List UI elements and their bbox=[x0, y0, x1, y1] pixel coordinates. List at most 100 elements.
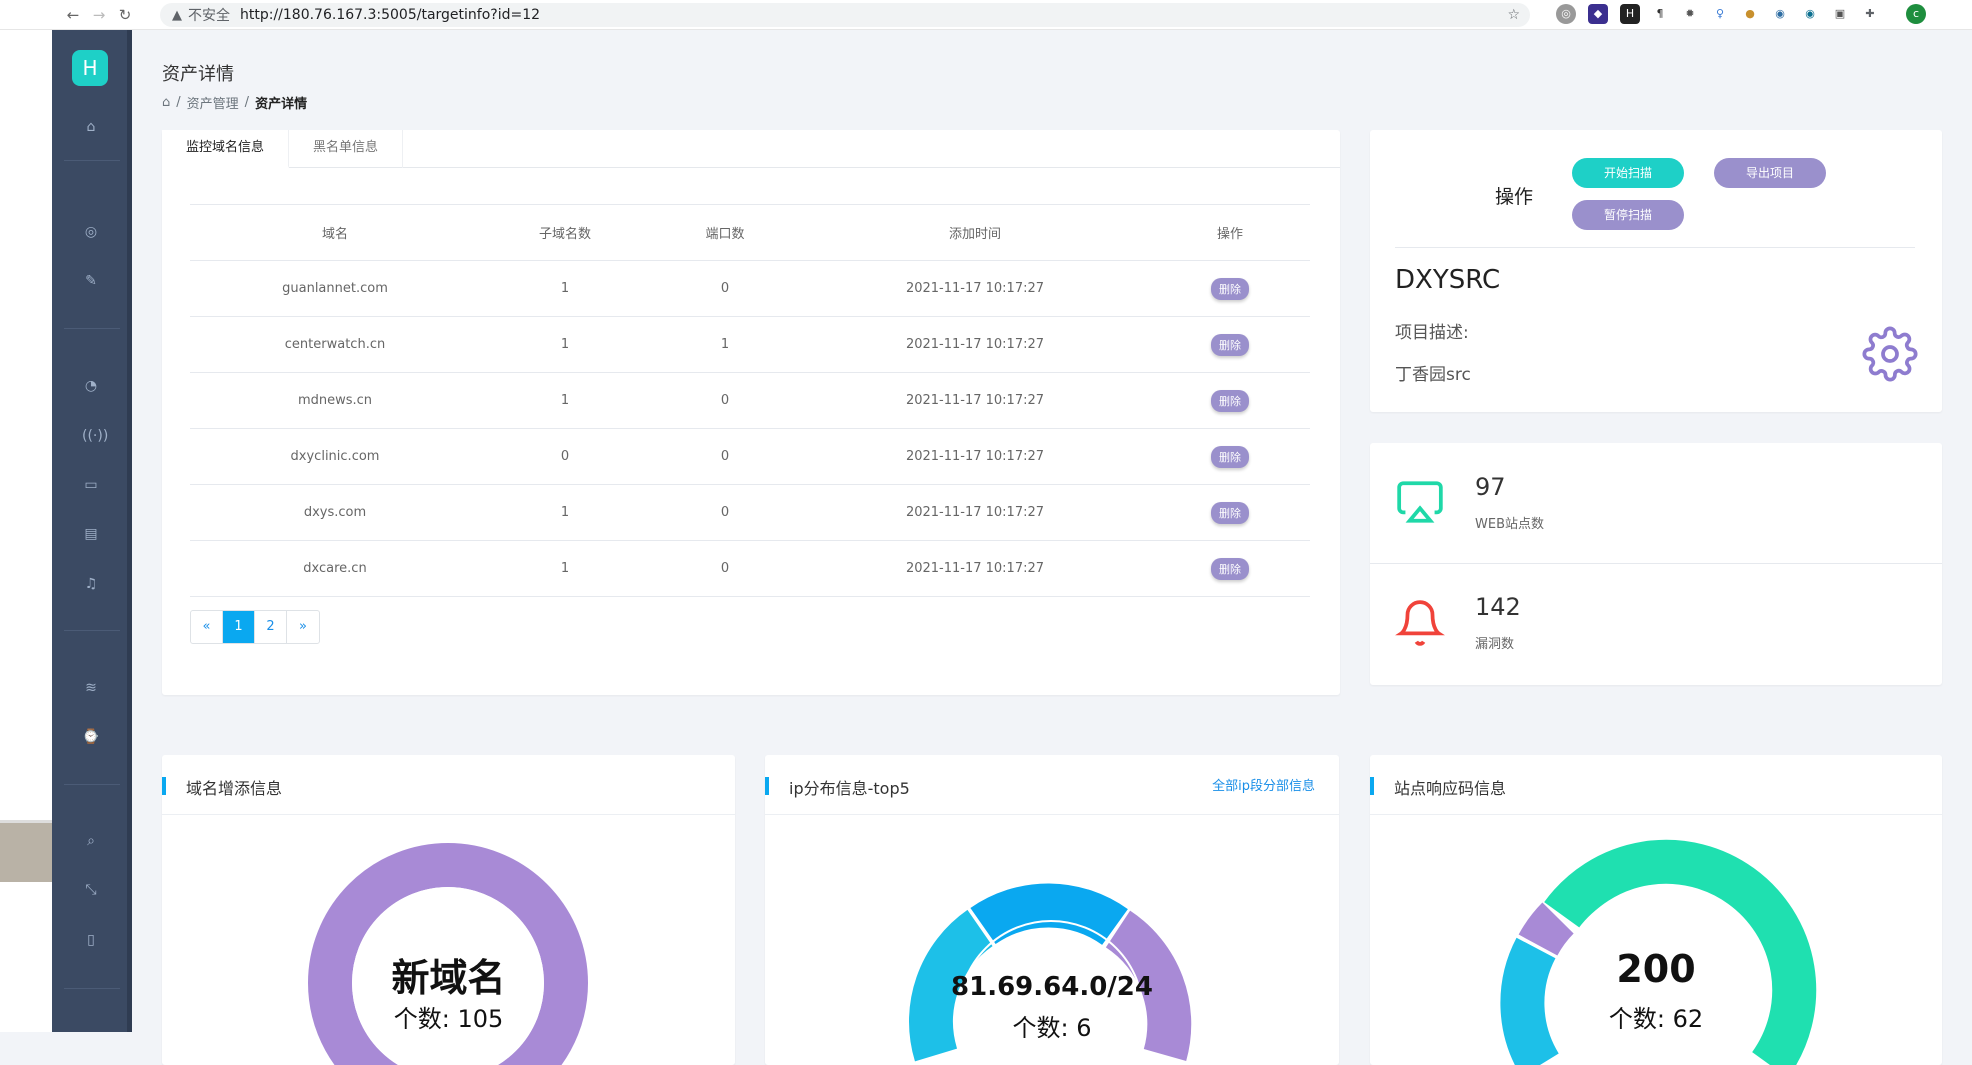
column-header-domain: 域名 bbox=[190, 204, 480, 261]
sidebar-divider bbox=[64, 328, 120, 329]
donut-segment-blue bbox=[970, 883, 1128, 946]
home-icon[interactable]: ⌂ bbox=[82, 118, 100, 136]
divider bbox=[1395, 247, 1915, 248]
browser-toolbar: ← → ↻ ▲ 不安全 http://180.76.167.3:5005/tar… bbox=[0, 0, 1972, 30]
added-time-cell: 2021-11-17 10:17:27 bbox=[800, 540, 1150, 597]
project-name: DXYSRC bbox=[1395, 265, 1501, 295]
breadcrumb: ⌂ / 资产管理 / 资产详情 bbox=[162, 93, 307, 112]
domain-cell: centerwatch.cn bbox=[190, 316, 480, 373]
extension-icon-7[interactable]: ◉ bbox=[1770, 4, 1790, 24]
gear-icon[interactable] bbox=[1862, 326, 1918, 382]
breadcrumb-item[interactable]: 资产管理 bbox=[187, 93, 239, 112]
table-row: centerwatch.cn 1 1 2021-11-17 10:17:27 删除 bbox=[190, 316, 1310, 373]
port-count-cell: 0 bbox=[650, 372, 800, 429]
forward-icon[interactable]: → bbox=[86, 6, 112, 24]
page-title: 资产详情 bbox=[162, 64, 234, 85]
project-card: 操作 开始扫描 导出项目 暂停扫描 DXYSRC 项目描述: 丁香园src bbox=[1370, 130, 1942, 412]
address-bar[interactable]: ▲ 不安全 http://180.76.167.3:5005/targetinf… bbox=[160, 3, 1530, 27]
prev-page-button[interactable]: « bbox=[191, 611, 223, 643]
extension-icon-3[interactable]: H bbox=[1620, 4, 1640, 24]
sidebar-divider bbox=[64, 630, 120, 631]
sidebar: H ⌂ ◎ ✎ ◔ ((·)) ▭ ▤ ♫ ≋ ⌚ ⌕ ⤡ ▯ bbox=[52, 30, 132, 1032]
cookie-icon[interactable]: ● bbox=[1740, 4, 1760, 24]
app-logo[interactable]: H bbox=[72, 50, 108, 86]
collapse-icon[interactable]: ⤡ bbox=[82, 881, 100, 899]
domain-cell: guanlannet.com bbox=[190, 260, 480, 317]
watch-icon[interactable]: ⌚ bbox=[82, 728, 100, 746]
layers-icon[interactable]: ≋ bbox=[82, 679, 100, 697]
subdomain-count-cell: 1 bbox=[480, 540, 650, 597]
column-header-ports: 端口数 bbox=[650, 204, 800, 261]
port-count-cell: 0 bbox=[650, 540, 800, 597]
delete-button[interactable]: 删除 bbox=[1211, 389, 1249, 412]
page-button[interactable]: 1 bbox=[223, 611, 255, 643]
extension-icon-9[interactable]: ▣ bbox=[1830, 4, 1850, 24]
domain-cell: dxys.com bbox=[190, 484, 480, 541]
insecure-label: 不安全 bbox=[188, 8, 230, 24]
bell-icon[interactable]: ♫ bbox=[82, 575, 100, 593]
donut-segment-purple bbox=[1518, 902, 1575, 957]
extension-icon-6[interactable]: ♀ bbox=[1710, 4, 1730, 24]
monitor-icon[interactable]: ▭ bbox=[82, 476, 100, 494]
profile-avatar[interactable]: c bbox=[1906, 4, 1926, 24]
extension-icon-4[interactable]: ¶ bbox=[1650, 4, 1670, 24]
next-page-button[interactable]: » bbox=[287, 611, 319, 643]
delete-button[interactable]: 删除 bbox=[1211, 557, 1249, 580]
dashboard-icon[interactable]: ◎ bbox=[82, 223, 100, 241]
project-desc-label: 项目描述: bbox=[1395, 323, 1469, 343]
divider bbox=[1370, 563, 1942, 564]
bookmark-star-icon[interactable]: ☆ bbox=[1507, 7, 1520, 23]
table-row: mdnews.cn 1 0 2021-11-17 10:17:27 删除 bbox=[190, 372, 1310, 429]
port-count-cell: 0 bbox=[650, 428, 800, 485]
edit-icon[interactable]: ✎ bbox=[82, 272, 100, 290]
added-time-cell: 2021-11-17 10:17:27 bbox=[800, 260, 1150, 317]
back-icon[interactable]: ← bbox=[60, 6, 86, 24]
puzzle-icon[interactable]: ✚ bbox=[1860, 4, 1880, 24]
subdomain-count-cell: 0 bbox=[480, 428, 650, 485]
extension-icon-8[interactable]: ◉ bbox=[1800, 4, 1820, 24]
delete-button[interactable]: 删除 bbox=[1211, 445, 1249, 468]
sidebar-divider bbox=[64, 160, 120, 161]
web-site-count: 97 bbox=[1475, 473, 1506, 501]
map-icon[interactable]: ▤ bbox=[82, 525, 100, 543]
project-desc: 丁香园src bbox=[1395, 365, 1471, 385]
breadcrumb-separator: / bbox=[244, 95, 250, 110]
broadcast-icon[interactable]: ((·)) bbox=[82, 427, 108, 445]
table-row: dxys.com 1 0 2021-11-17 10:17:27 删除 bbox=[190, 484, 1310, 541]
delete-button[interactable]: 删除 bbox=[1211, 277, 1249, 300]
tab-monitored-domains[interactable]: 监控域名信息 bbox=[162, 130, 290, 168]
page-button[interactable]: 2 bbox=[255, 611, 287, 643]
home-icon[interactable]: ⌂ bbox=[162, 95, 170, 110]
actions-cell: 删除 bbox=[1150, 372, 1310, 429]
sidebar-edge bbox=[127, 30, 132, 1032]
donut-center-count: 个数: 6 bbox=[1012, 1014, 1092, 1042]
delete-button[interactable]: 删除 bbox=[1211, 501, 1249, 524]
url-text[interactable]: http://180.76.167.3:5005/targetinfo?id=1… bbox=[240, 7, 540, 23]
pagination: « 1 2 » bbox=[190, 610, 320, 644]
export-project-button[interactable]: 导出项目 bbox=[1714, 158, 1826, 188]
extension-icon-2[interactable]: ◆ bbox=[1588, 4, 1608, 24]
column-header-actions: 操作 bbox=[1150, 204, 1310, 261]
start-scan-button[interactable]: 开始扫描 bbox=[1572, 158, 1684, 188]
port-count-cell: 1 bbox=[650, 316, 800, 373]
extension-icon-1[interactable]: ◎ bbox=[1556, 4, 1576, 24]
tablet-icon[interactable]: ▯ bbox=[82, 931, 100, 949]
pie-chart-icon[interactable]: ◔ bbox=[82, 377, 100, 395]
donut-center-count: 个数: 62 bbox=[1608, 1005, 1704, 1033]
vuln-label: 漏洞数 bbox=[1475, 637, 1515, 652]
donut-center-title: 新域名 bbox=[391, 956, 506, 1000]
pause-scan-button[interactable]: 暂停扫描 bbox=[1572, 200, 1684, 230]
tab-bar: 监控域名信息 黑名单信息 bbox=[162, 130, 1340, 168]
search-icon[interactable]: ⌕ bbox=[82, 832, 100, 850]
delete-button[interactable]: 删除 bbox=[1211, 333, 1249, 356]
tab-blacklist[interactable]: 黑名单信息 bbox=[289, 130, 404, 168]
added-time-cell: 2021-11-17 10:17:27 bbox=[800, 484, 1150, 541]
extension-icon-5[interactable]: ✹ bbox=[1680, 4, 1700, 24]
actions-cell: 删除 bbox=[1150, 540, 1310, 597]
background-thumbnail bbox=[0, 820, 52, 882]
domain-cell: dxcare.cn bbox=[190, 540, 480, 597]
reload-icon[interactable]: ↻ bbox=[112, 6, 138, 24]
operations-label: 操作 bbox=[1495, 186, 1534, 208]
domain-cell: mdnews.cn bbox=[190, 372, 480, 429]
domain-table-card: 监控域名信息 黑名单信息 域名 子域名数 端口数 添加时间 操作 guanlan… bbox=[162, 130, 1340, 695]
